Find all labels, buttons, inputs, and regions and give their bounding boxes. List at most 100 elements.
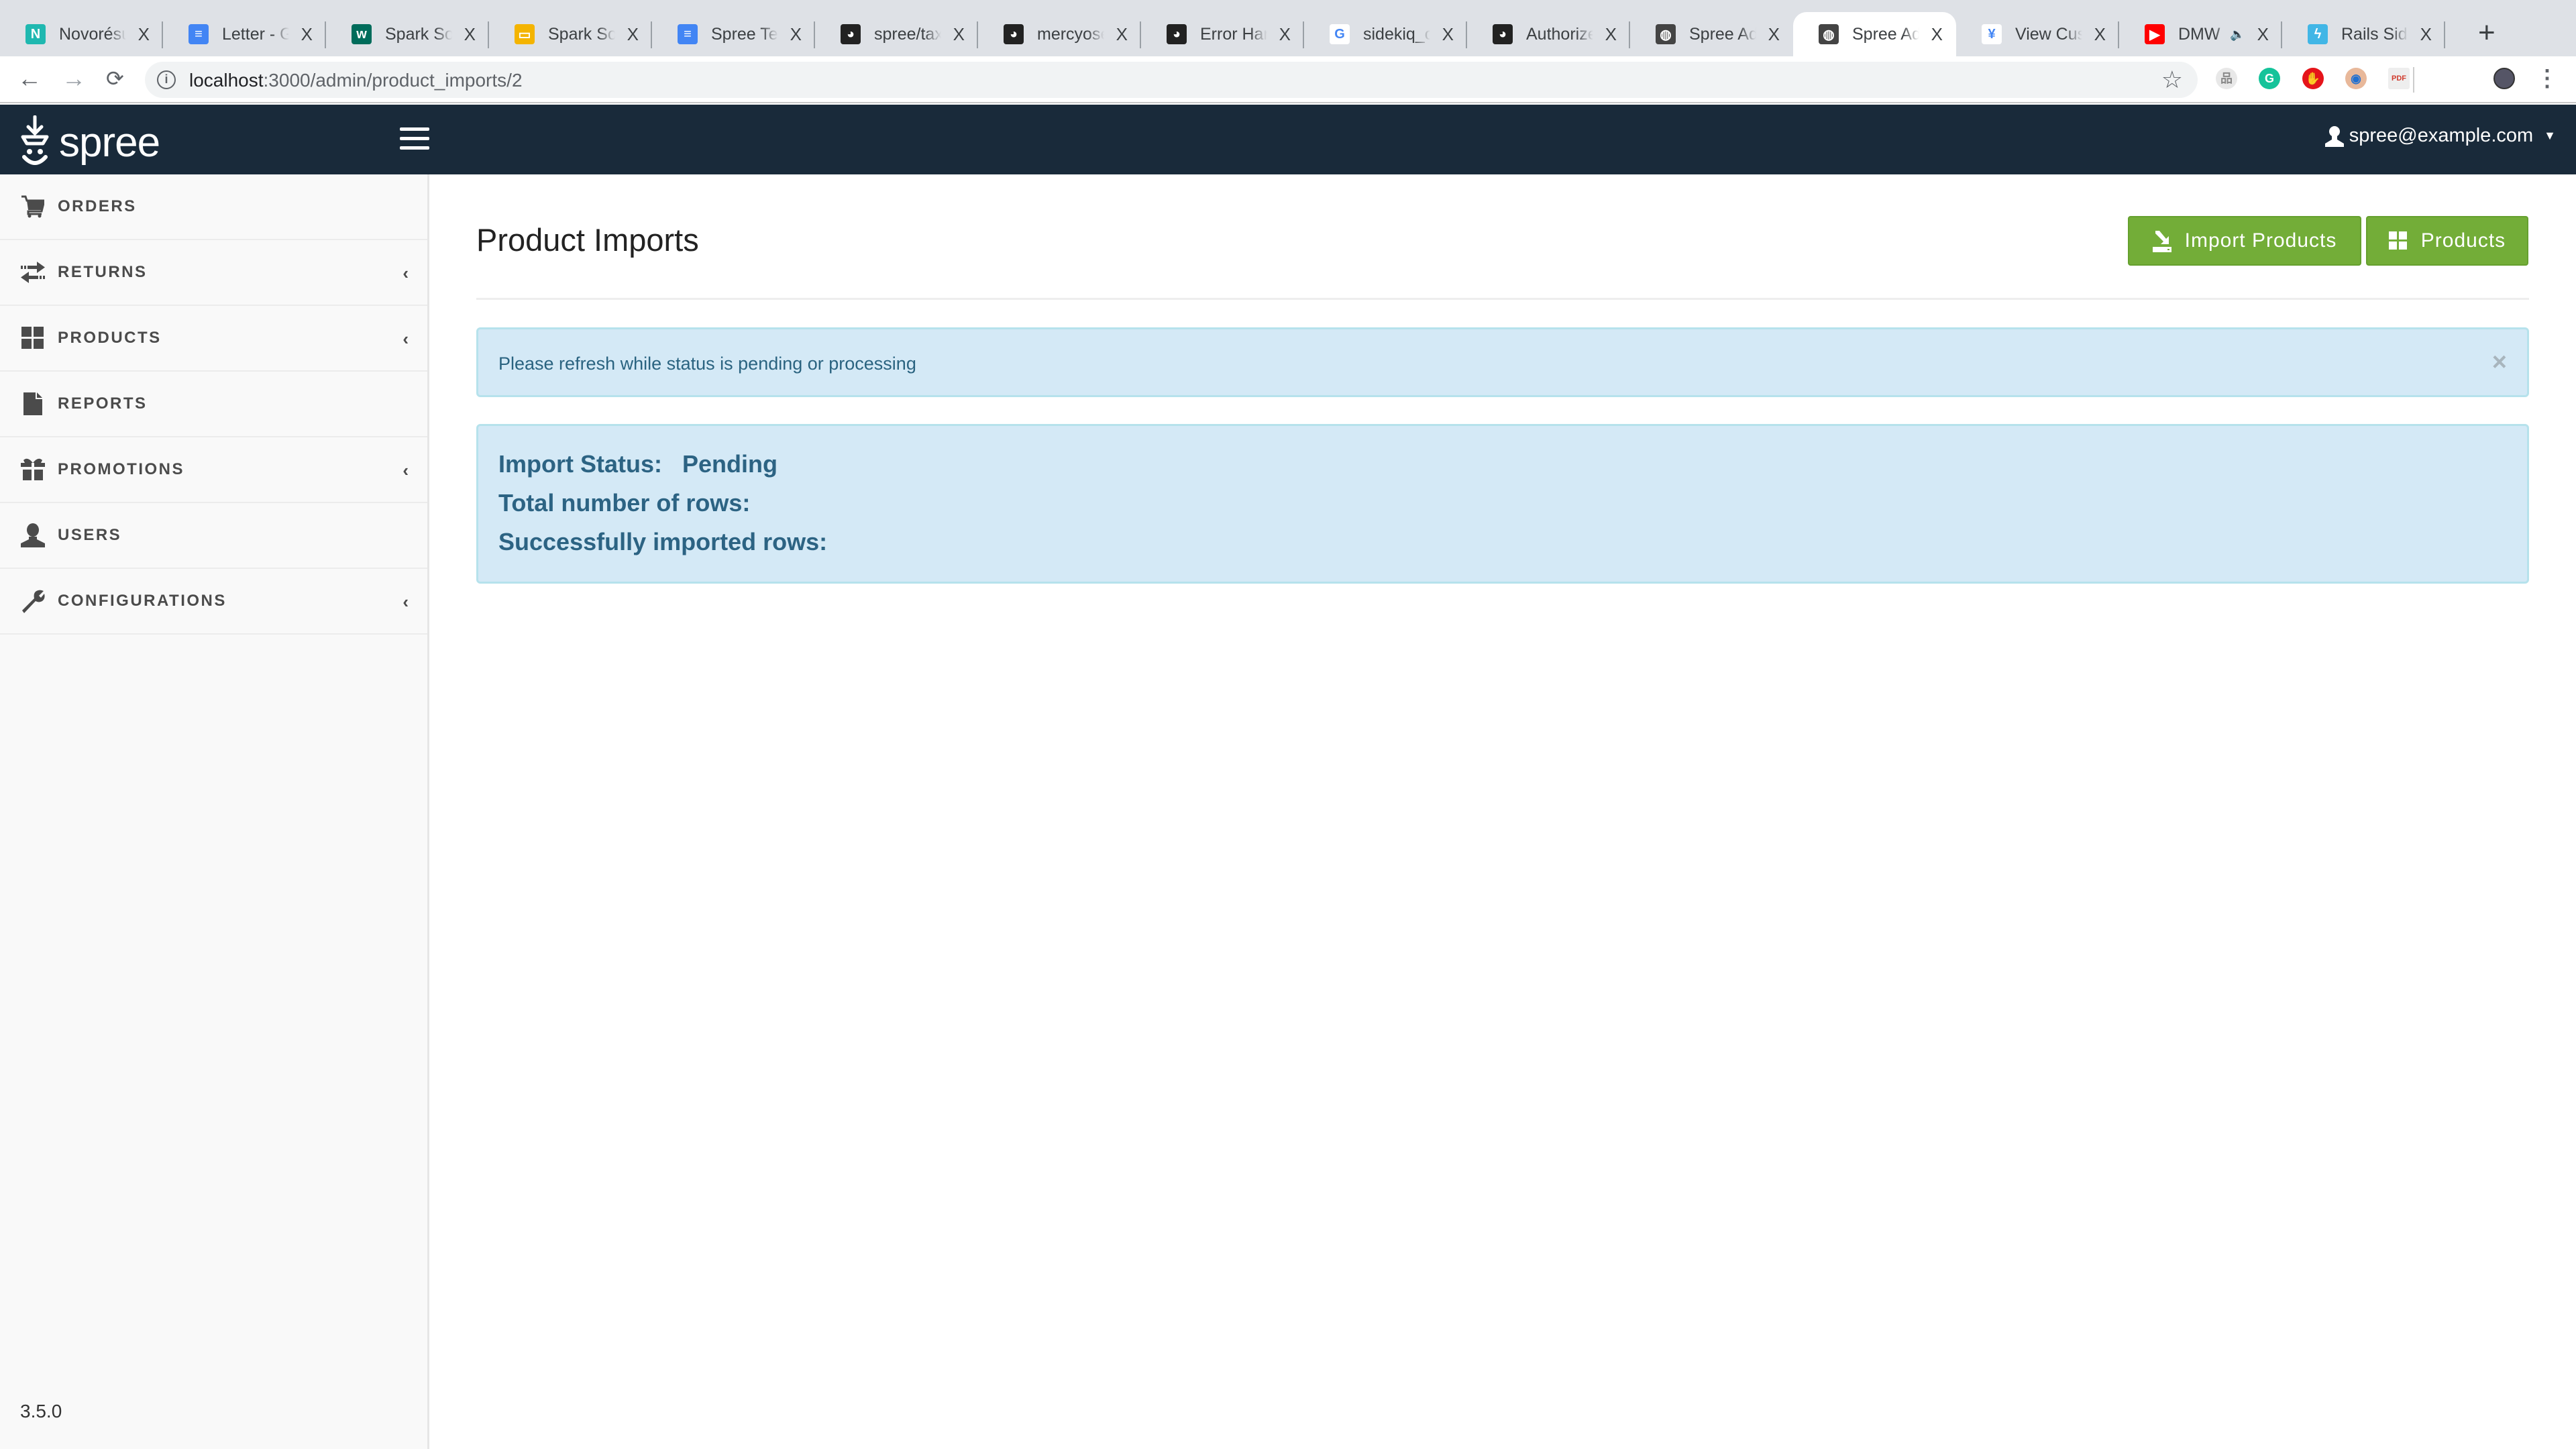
adblock-icon[interactable]: ✋ <box>2302 68 2324 89</box>
reload-button[interactable]: ⟳ <box>106 66 124 91</box>
browser-tab[interactable]: ◕ Authorized X <box>1467 12 1630 56</box>
sitemap-extension-icon[interactable]: 品 <box>2216 68 2237 89</box>
globe-icon: ◍ <box>1656 24 1676 44</box>
google-icon: G <box>1330 24 1350 44</box>
tab-title: Novorésumé <box>59 24 126 44</box>
tab-title: View Customer <box>2015 24 2082 44</box>
back-button[interactable]: ← <box>17 64 42 93</box>
page-title: Product Imports <box>476 222 699 258</box>
youtube-icon: ▶ <box>2145 24 2165 44</box>
hamburger-bar <box>400 137 429 140</box>
sidebar-item-orders[interactable]: ORDERS <box>0 174 427 240</box>
chevron-left-icon[interactable]: ‹ <box>402 592 409 612</box>
browser-tab[interactable]: ≡ Letter - Google Docs X <box>163 12 326 56</box>
user-icon <box>2324 125 2344 147</box>
site-info-icon[interactable]: i <box>157 70 176 89</box>
chevron-left-icon[interactable]: ‹ <box>402 460 409 481</box>
sidebar-item-reports[interactable]: REPORTS <box>0 372 427 437</box>
google-docs-icon: ≡ <box>678 24 698 44</box>
sidebar-item-label: ORDERS <box>58 197 137 215</box>
toolbar-divider <box>2413 67 2414 93</box>
tab-close-icon[interactable]: X <box>301 24 313 45</box>
forward-button[interactable]: → <box>62 64 86 93</box>
audio-playing-icon[interactable]: 🔈 <box>2230 28 2245 42</box>
url-text[interactable]: localhost:3000/admin/product_imports/2 <box>189 70 523 91</box>
tab-close-icon[interactable]: X <box>2257 24 2269 45</box>
browser-menu-icon[interactable]: ⋮ <box>2536 67 2559 90</box>
file-icon <box>20 391 46 417</box>
chevron-left-icon[interactable]: ‹ <box>402 263 409 284</box>
tab-title: mercyoseni <box>1037 24 1104 44</box>
browser-tab[interactable]: ◍ Spree Admin X <box>1630 12 1793 56</box>
profile-avatar[interactable] <box>2493 68 2515 89</box>
import-products-button[interactable]: Import Products <box>2128 216 2361 266</box>
total-rows-label: Total number of rows: <box>498 489 751 517</box>
hamburger-bar <box>400 146 429 150</box>
caret-down-icon: ▼ <box>2544 129 2556 142</box>
spree-logo-text: spree <box>59 119 160 166</box>
spree-logo-icon <box>21 115 49 165</box>
tab-close-icon[interactable]: X <box>627 24 639 45</box>
tab-close-icon[interactable]: X <box>1442 24 1454 45</box>
tab-title: Spark Solutions <box>548 24 615 44</box>
pdfjs-icon[interactable]: PDF <box>2388 68 2410 89</box>
sidebar-item-returns[interactable]: RETURNS ‹ <box>0 240 427 306</box>
imported-rows-label: Successfully imported rows: <box>498 528 828 555</box>
chevron-left-icon[interactable]: ‹ <box>402 329 409 350</box>
exchange-icon <box>20 260 46 285</box>
browser-tab[interactable]: w Spark Solutions X <box>326 12 489 56</box>
novoresume-icon: N <box>25 24 46 44</box>
tab-close-icon[interactable]: X <box>790 24 802 45</box>
import-icon <box>2152 229 2171 252</box>
face-extension-icon[interactable]: ◉ <box>2345 68 2367 89</box>
tab-close-icon[interactable]: X <box>1279 24 1291 45</box>
tab-close-icon[interactable]: X <box>2094 24 2106 45</box>
tab-close-icon[interactable]: X <box>1931 24 1943 45</box>
tab-close-icon[interactable]: X <box>138 24 150 45</box>
browser-tab[interactable]: ◕ Error Handling X <box>1141 12 1304 56</box>
tab-close-icon[interactable]: X <box>953 24 965 45</box>
sidebar-item-label: PROMOTIONS <box>58 460 185 478</box>
sidebar-item-products[interactable]: PRODUCTS ‹ <box>0 306 427 372</box>
sidebar-item-configurations[interactable]: CONFIGURATIONS ‹ <box>0 569 427 635</box>
tab-close-icon[interactable]: X <box>464 24 476 45</box>
wunderlist-icon: w <box>352 24 372 44</box>
new-tab-button[interactable]: + <box>2478 16 2496 50</box>
products-button[interactable]: Products <box>2366 216 2528 266</box>
sidebar-item-promotions[interactable]: PROMOTIONS ‹ <box>0 437 427 503</box>
grid-icon <box>2388 231 2408 250</box>
browser-tab[interactable]: ≡ Spree Test X <box>652 12 815 56</box>
sidebar-item-users[interactable]: USERS <box>0 503 427 569</box>
tab-close-icon[interactable]: X <box>2420 24 2432 45</box>
cart-icon <box>20 194 46 219</box>
user-account-dropdown[interactable]: spree@example.com ▼ <box>2324 125 2556 147</box>
tab-close-icon[interactable]: X <box>1768 24 1780 45</box>
browser-tab[interactable]: N Novorésumé X <box>0 12 163 56</box>
tab-close-icon[interactable]: X <box>1605 24 1617 45</box>
browser-tab-strip: N Novorésumé X ≡ Letter - Google Docs Xw Spark… <box>0 0 2576 56</box>
close-icon[interactable]: × <box>2492 348 2507 377</box>
browser-tab[interactable]: Gsidekiq_options X <box>1304 12 1467 56</box>
sidebar-toggle-button[interactable] <box>400 127 429 150</box>
tab-title: Error Handling <box>1200 24 1267 44</box>
browser-tab[interactable]: ◍ Spree Admin X <box>1793 12 1956 56</box>
spree-version: 3.5.0 <box>20 1401 62 1421</box>
tab-title: Authorized <box>1526 24 1593 44</box>
wrench-icon <box>20 588 46 614</box>
address-bar[interactable]: i localhost:3000/admin/product_imports/2… <box>145 62 2198 98</box>
tab-close-icon[interactable]: X <box>1116 24 1128 45</box>
bolt-icon: ϟ <box>2308 24 2328 44</box>
tab-title: DMW <box>2178 24 2220 44</box>
google-docs-icon: ≡ <box>189 24 209 44</box>
github-icon: ◕ <box>1167 24 1187 44</box>
browser-tab[interactable]: ▭ Spark Solutions X <box>489 12 652 56</box>
browser-tab[interactable]: ϟ Rails Sidekiq X <box>2282 12 2445 56</box>
spree-logo[interactable]: spree <box>20 115 160 166</box>
browser-tab[interactable]: ◕ spree/taxons X <box>815 12 978 56</box>
imported-rows-row: Successfully imported rows: <box>498 523 2507 561</box>
browser-tab[interactable]: ¥ View Customer X <box>1956 12 2119 56</box>
browser-tab[interactable]: ▶ DMW 🔈 X <box>2119 12 2282 56</box>
grammarly-icon[interactable]: G <box>2259 68 2280 89</box>
browser-tab[interactable]: ◕ mercyoseni X <box>978 12 1141 56</box>
bookmark-star-icon[interactable]: ☆ <box>2161 66 2183 94</box>
